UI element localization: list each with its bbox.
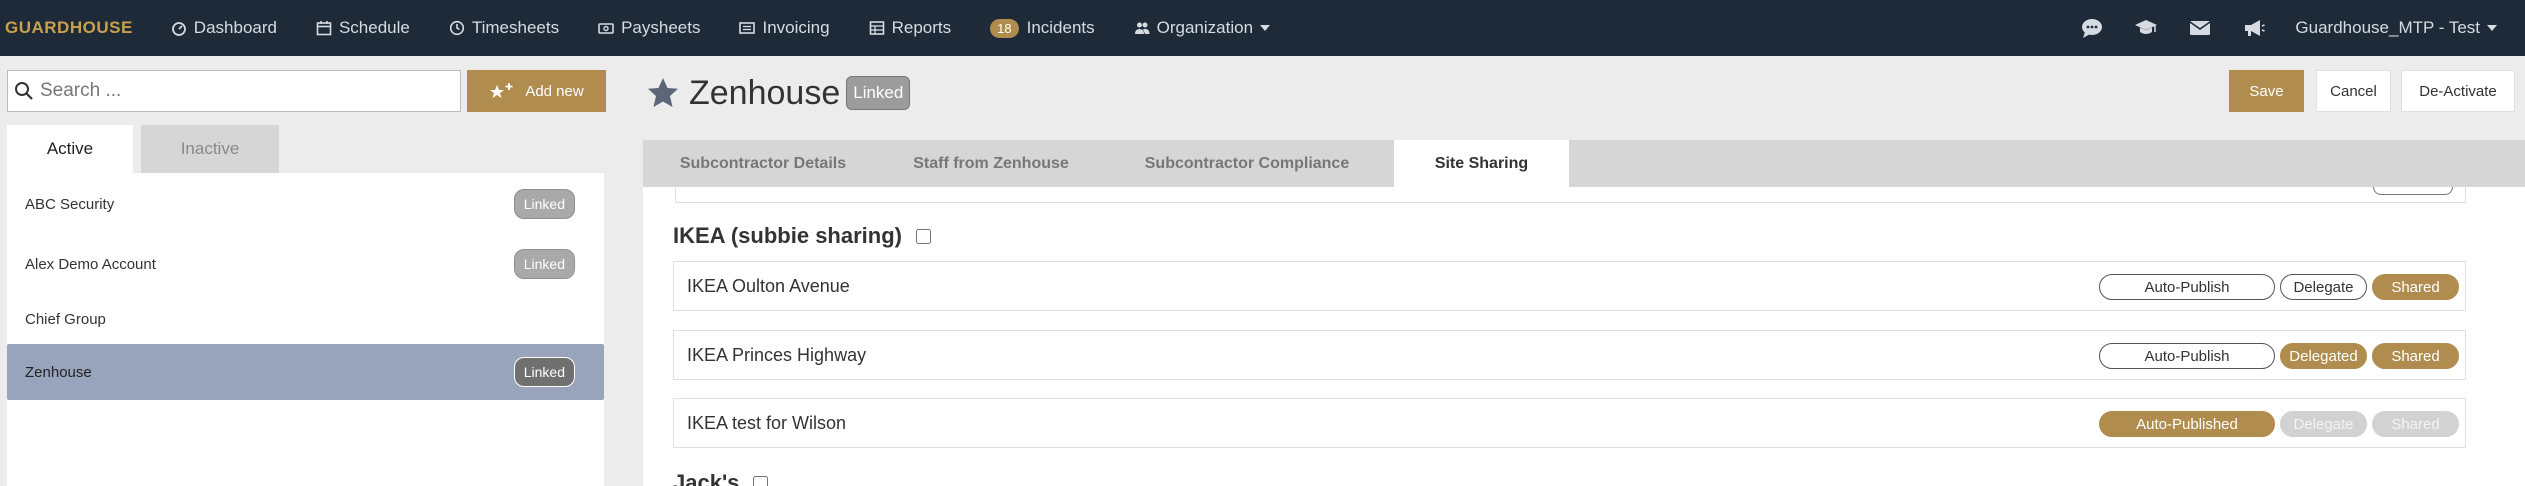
nav-timesheets[interactable]: Timesheets <box>449 0 559 56</box>
chat-icon[interactable] <box>2079 15 2105 41</box>
auto-publish-toggle[interactable]: Auto-Publish <box>2099 343 2275 369</box>
nav-right-group: Guardhouse_MTP - Test <box>2079 0 2525 56</box>
site-name: IKEA test for Wilson <box>687 412 847 433</box>
money-icon <box>598 20 614 36</box>
list-item-selected[interactable]: Zenhouse Linked <box>7 344 604 400</box>
list-item-name: ABC Security <box>25 195 115 213</box>
nav-organization[interactable]: Organization <box>1134 0 1271 56</box>
site-pills: Auto-Published Delegate Shared <box>2094 411 2459 437</box>
group-title: IKEA (subbie sharing) <box>673 223 931 249</box>
site-row: IKEA Princes Highway Auto-Publish Delega… <box>673 330 2466 380</box>
linked-badge: Linked <box>513 249 575 279</box>
list-item-name: Alex Demo Account <box>25 255 156 273</box>
cancel-button[interactable]: Cancel <box>2316 70 2391 112</box>
list-item[interactable]: Chief Group <box>7 291 604 347</box>
nav-incidents[interactable]: 18 Incidents <box>990 0 1095 56</box>
chevron-down-icon <box>1260 25 1271 31</box>
invoice-icon <box>739 20 756 36</box>
tab-subcontractor-details[interactable]: Subcontractor Details <box>644 140 882 187</box>
site-pills: Auto-Publish Delegated Shared <box>2094 343 2459 369</box>
clock-icon <box>449 20 465 36</box>
nav-label: Schedule <box>338 18 410 37</box>
auto-publish-toggle[interactable]: Auto-Publish <box>2099 274 2275 300</box>
main-tabs: Subcontractor Details Staff from Zenhous… <box>643 140 2525 187</box>
star-icon[interactable] <box>646 76 680 110</box>
nav-label: Reports <box>891 18 952 37</box>
star-plus-icon <box>490 83 513 98</box>
chevron-down-icon <box>2487 25 2497 31</box>
group-name: IKEA (subbie sharing) <box>673 223 902 248</box>
group-title: Jack's <box>673 470 769 486</box>
tab-active[interactable]: Active <box>7 125 133 173</box>
group-checkbox[interactable] <box>915 228 931 244</box>
nav-paysheets[interactable]: Paysheets <box>598 0 700 56</box>
left-tabs: Active Inactive <box>7 125 279 173</box>
list-item[interactable]: ABC Security Linked <box>7 176 604 232</box>
user-name: Guardhouse_MTP - Test <box>2295 18 2480 37</box>
tab-staff[interactable]: Staff from Zenhouse <box>882 140 1100 187</box>
tab-inactive[interactable]: Inactive <box>141 125 279 173</box>
nav-schedule[interactable]: Schedule <box>316 0 410 56</box>
nav-label: Timesheets <box>471 18 560 37</box>
nav-label: Paysheets <box>621 18 701 37</box>
group-checkbox[interactable] <box>753 475 769 486</box>
delegate-toggle[interactable]: Delegate <box>2280 274 2367 300</box>
list-item-name: Chief Group <box>25 310 106 328</box>
users-icon <box>1134 20 1150 36</box>
linked-badge: Linked <box>846 76 911 110</box>
delegate-toggle: Delegate <box>2280 411 2367 437</box>
add-new-button[interactable]: Add new <box>467 70 606 112</box>
search-box <box>7 70 461 112</box>
nav-label: Incidents <box>1026 18 1095 37</box>
linked-badge: Linked <box>513 357 575 387</box>
calendar-icon <box>316 20 332 36</box>
add-new-label: Add new <box>525 82 584 100</box>
site-pills: Auto-Publish Delegate Shared <box>2094 274 2459 300</box>
site-name: IKEA Oulton Avenue <box>687 275 850 296</box>
user-menu[interactable]: Guardhouse_MTP - Test <box>2295 18 2497 38</box>
auto-publish-toggle[interactable]: Auto-Published <box>2099 411 2275 437</box>
site-row: IKEA test for Wilson Auto-Published Dele… <box>673 398 2466 448</box>
list-item[interactable]: Alex Demo Account Linked <box>7 236 604 292</box>
deactivate-button[interactable]: De-Activate <box>2401 70 2515 112</box>
tab-subcontractor-compliance[interactable]: Subcontractor Compliance <box>1100 140 1394 187</box>
group-name: Jack's <box>673 470 740 486</box>
app-logo[interactable]: GUARDHOUSE <box>5 18 133 38</box>
nav-dashboard[interactable]: Dashboard <box>171 0 277 56</box>
shared-toggle: Shared <box>2372 411 2459 437</box>
top-navbar: GUARDHOUSE Dashboard Schedule Timesheets… <box>0 0 2525 56</box>
site-sharing-content: IKEA (subbie sharing) IKEA Oulton Avenue… <box>643 187 2525 486</box>
shared-toggle[interactable]: Shared <box>2372 343 2459 369</box>
pill-fragment <box>2373 187 2453 195</box>
site-row: IKEA Oulton Avenue Auto-Publish Delegate… <box>673 261 2466 311</box>
nav-label: Organization <box>1156 18 1254 37</box>
envelope-icon[interactable] <box>2187 15 2213 41</box>
tab-site-sharing[interactable]: Site Sharing <box>1394 140 1569 187</box>
table-icon <box>869 20 885 36</box>
dashboard-icon <box>171 20 187 36</box>
subcontractor-list: ABC Security Linked Alex Demo Account Li… <box>7 173 604 486</box>
previous-site-row-fragment <box>675 187 2466 203</box>
search-input[interactable] <box>40 80 440 102</box>
list-item-name: Zenhouse <box>25 363 92 381</box>
graduation-cap-icon[interactable] <box>2133 15 2159 41</box>
incident-count-badge: 18 <box>990 18 1019 38</box>
site-name: IKEA Princes Highway <box>687 344 867 365</box>
search-icon <box>15 82 33 100</box>
megaphone-icon[interactable] <box>2241 15 2267 41</box>
shared-toggle[interactable]: Shared <box>2372 274 2459 300</box>
nav-invoicing[interactable]: Invoicing <box>739 0 830 56</box>
page-header: Zenhouse Linked <box>646 68 911 118</box>
save-button[interactable]: Save <box>2229 70 2304 112</box>
nav-reports[interactable]: Reports <box>869 0 952 56</box>
nav-label: Dashboard <box>193 18 277 37</box>
linked-badge: Linked <box>513 189 575 219</box>
page-title: Zenhouse <box>689 73 841 112</box>
delegate-toggle[interactable]: Delegated <box>2280 343 2367 369</box>
nav-label: Invoicing <box>762 18 830 37</box>
